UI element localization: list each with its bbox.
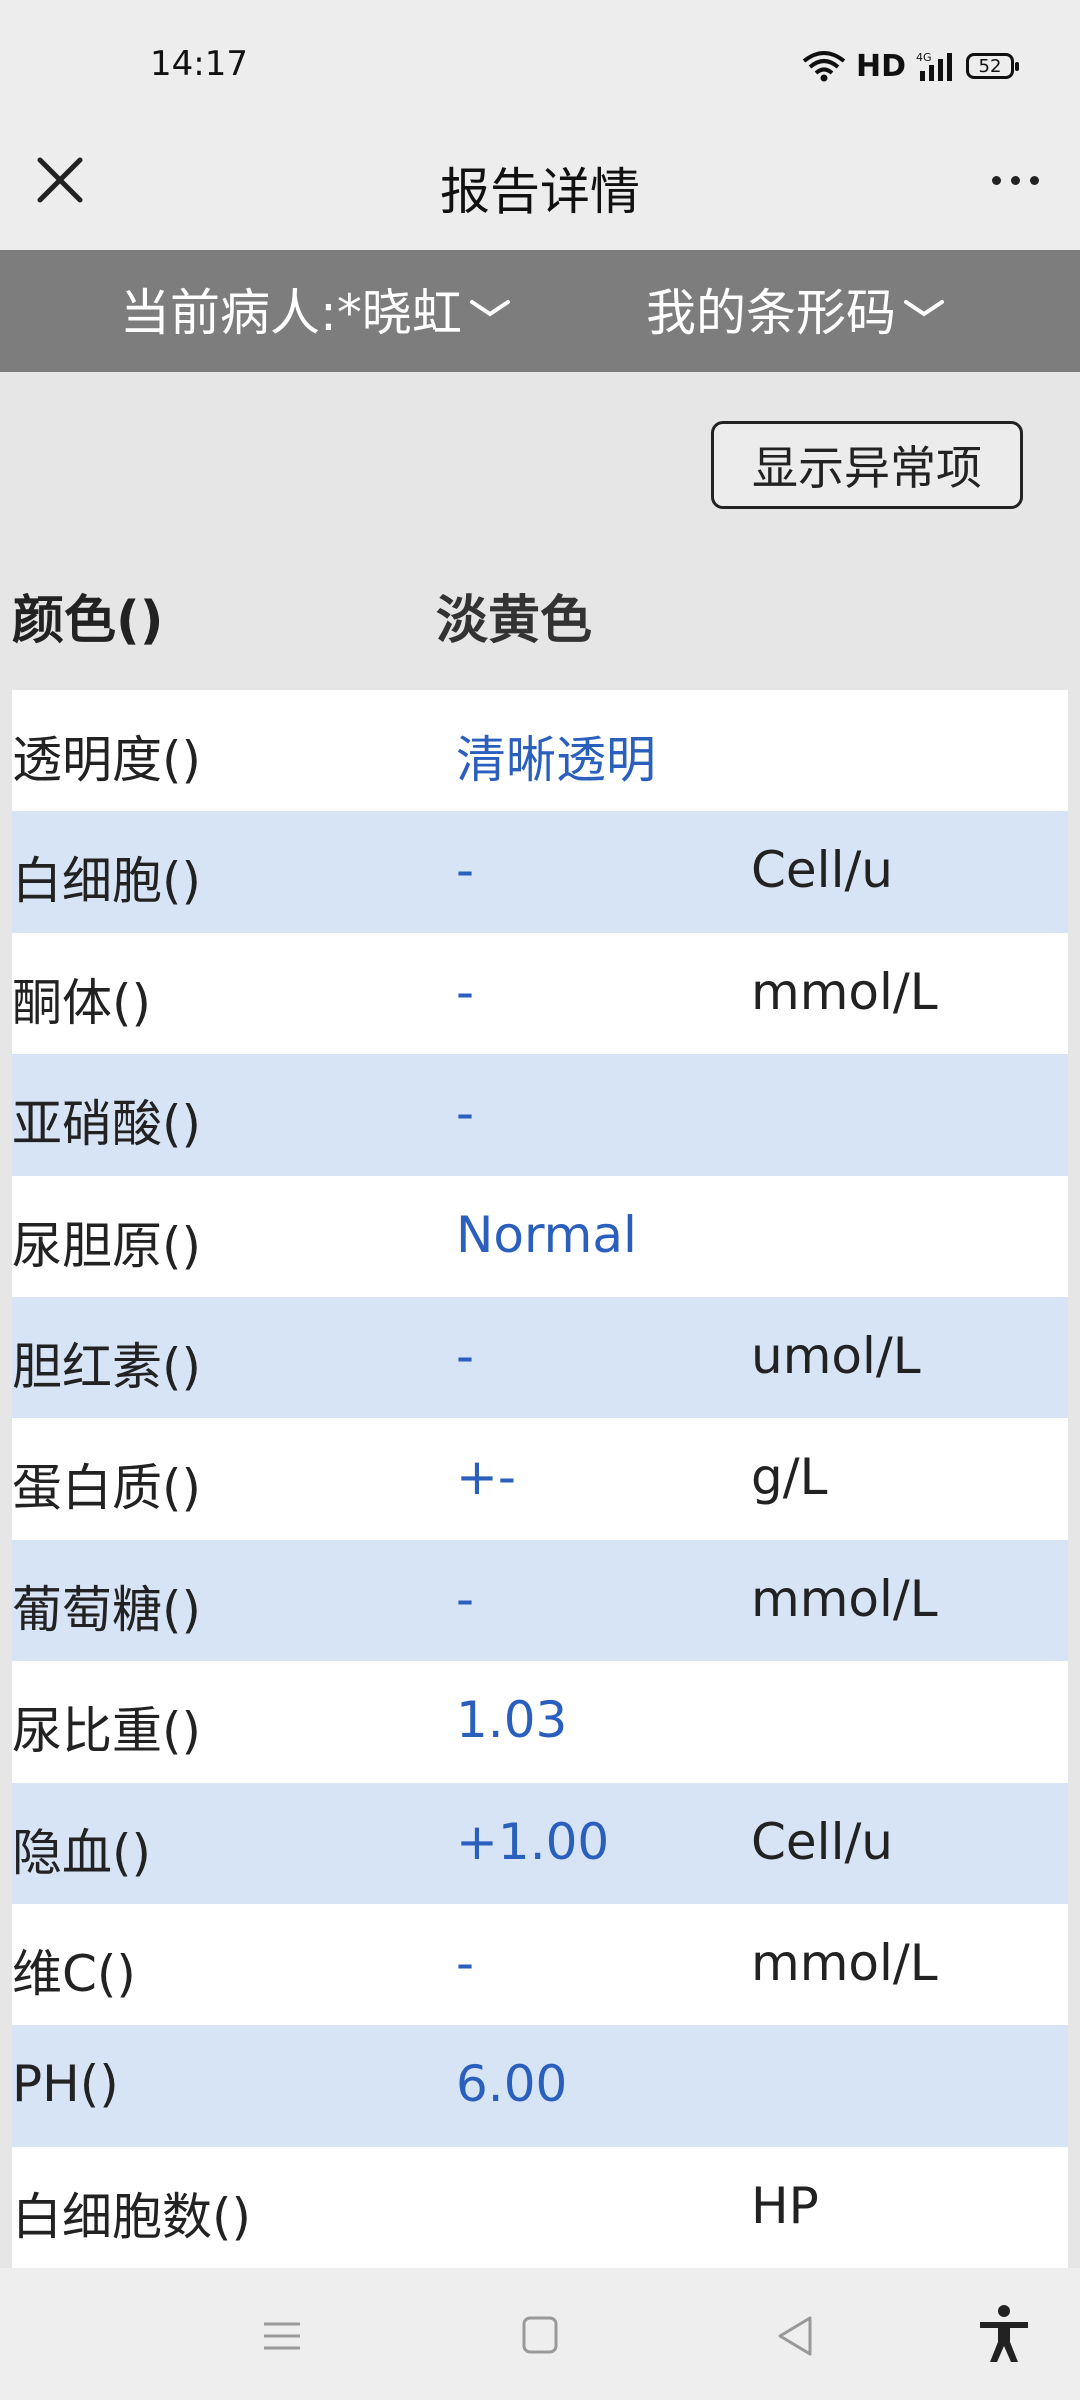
patient-selector-label: 当前病人:*晓虹 [120,284,462,342]
item-value: - [456,841,475,900]
item-name: 亚硝酸() [12,1095,202,1154]
item-unit: Cell/u [751,841,893,900]
item-value: +1.00 [456,1812,610,1871]
item-name: 酮体() [12,973,152,1032]
item-unit: g/L [751,1448,828,1507]
item-value: - [456,1084,475,1143]
battery-icon: 52 [966,53,1019,79]
item-name: 白细胞数() [12,2187,252,2246]
table-row: 葡萄糖() - mmol/L [12,1539,1068,1662]
item-unit: umol/L [751,1326,921,1385]
report-header-row: 颜色() 淡黄色 [12,568,1068,688]
show-abnormal-button[interactable]: 显示异常项 [711,421,1023,509]
item-unit: mmol/L [751,1569,938,1628]
table-row: 尿比重() 1.03 [12,1661,1068,1783]
item-name: 葡萄糖() [12,1580,202,1639]
battery-level: 52 [978,55,1002,77]
table-row: 胆红素() - umol/L [12,1296,1068,1419]
selector-bar: 当前病人:*晓虹 我的条形码 [0,250,1080,372]
accessibility-icon [980,2305,1028,2362]
page-title: 报告详情 [440,163,640,221]
table-row: 维C() - mmol/L [12,1903,1068,2026]
wifi-icon [802,51,846,82]
status-bar: 14:17 HD 4G 52 [0,0,1080,130]
table-row: 尿胆原() Normal [12,1175,1068,1297]
recent-apps-button[interactable] [252,2308,312,2364]
item-value: 6.00 [456,2055,568,2114]
item-name: 尿比重() [12,1702,202,1761]
home-button[interactable] [510,2308,570,2364]
more-dots-icon [991,175,1001,185]
status-indicators: HD 4G 52 [802,46,1019,86]
more-dots-icon [1029,175,1039,185]
network-type-label: HD [855,48,906,84]
item-unit: mmol/L [751,962,938,1021]
item-value: - [456,1326,475,1385]
chevron-down-icon [469,300,510,317]
item-value: - [456,1569,475,1628]
barcode-selector[interactable]: 我的条形码 [646,274,946,344]
table-row: 隐血() +1.00 Cell/u [12,1782,1068,1904]
item-value: - [456,1933,475,1992]
item-value: +- [456,1448,516,1507]
item-name: 蛋白质() [12,1459,202,1518]
table-row: 白细胞() - Cell/u [12,811,1068,933]
patient-selector[interactable]: 当前病人:*晓虹 [120,274,512,344]
table-row: 透明度() 清晰透明 [12,690,1068,812]
more-button[interactable] [980,150,1050,210]
item-name: 尿胆原() [12,1216,202,1275]
item-name: PH() [12,2055,119,2114]
item-name: 胆红素() [12,1337,202,1396]
home-square-icon [522,2316,558,2354]
item-value: Normal [456,1205,637,1264]
item-name: 维C() [12,1944,136,2003]
status-time: 14:17 [150,44,248,84]
item-unit: mmol/L [751,1933,938,1992]
table-row: 酮体() - mmol/L [12,932,1068,1055]
table-row: 白细胞数() HP [12,2146,1068,2269]
item-unit: HP [751,2176,819,2235]
cellular-signal-icon: 4G [916,51,952,81]
system-nav-bar [0,2268,1080,2400]
header-item-name: 颜色() [12,591,164,651]
item-value: 1.03 [456,1691,568,1750]
back-triangle-icon [778,2316,812,2356]
item-value: 清晰透明 [456,731,656,789]
item-name: 白细胞() [12,852,202,911]
back-button[interactable] [766,2308,826,2364]
table-row: 亚硝酸() - [12,1054,1068,1176]
cellular-label: 4G [916,51,932,64]
item-value: - [456,962,475,1021]
barcode-selector-label: 我的条形码 [646,284,896,342]
item-name: 透明度() [12,731,202,789]
menu-icon [264,2322,300,2350]
item-name: 隐血() [12,1823,152,1882]
accessibility-button[interactable] [972,2302,1036,2366]
header-item-value: 淡黄色 [436,591,593,651]
table-row: 蛋白质() +- g/L [12,1418,1068,1540]
item-unit: Cell/u [751,1812,893,1871]
title-bar: 报告详情 [0,130,1080,250]
more-dots-icon [1010,175,1020,185]
table-row: PH() 6.00 [12,2025,1068,2147]
chevron-down-icon [904,300,944,317]
report-table: 透明度() 清晰透明 白细胞() - Cell/u 酮体() - mmol/L … [12,690,1068,2269]
